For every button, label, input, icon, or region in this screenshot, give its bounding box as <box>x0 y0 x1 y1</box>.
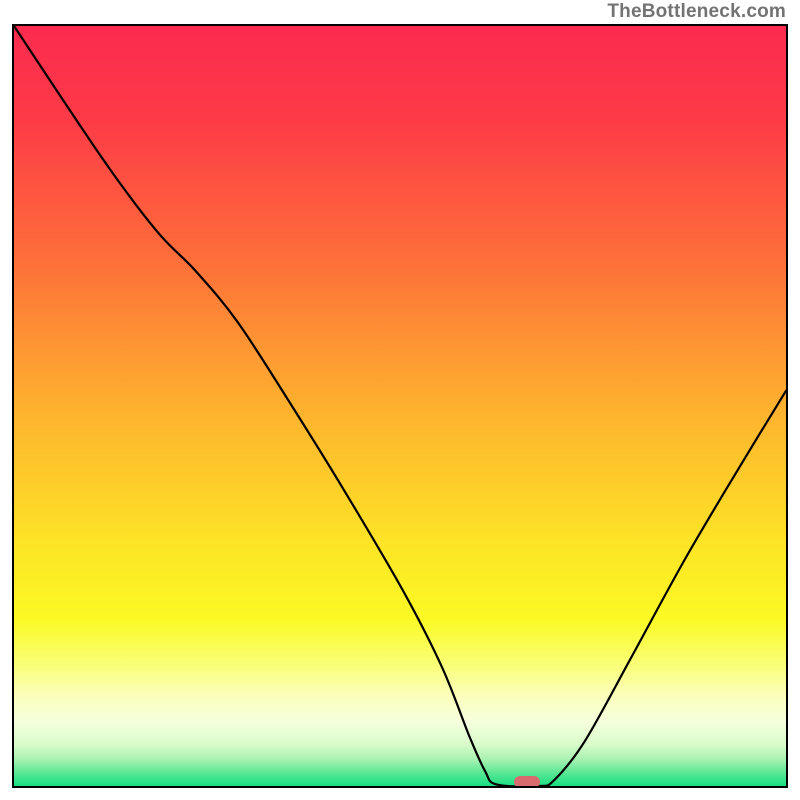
watermark-text: TheBottleneck.com <box>607 2 786 21</box>
curve-layer <box>14 26 786 786</box>
optimal-marker <box>514 776 540 788</box>
bottleneck-curve <box>14 26 786 786</box>
plot-area <box>12 24 788 788</box>
chart-frame: TheBottleneck.com <box>0 0 800 800</box>
